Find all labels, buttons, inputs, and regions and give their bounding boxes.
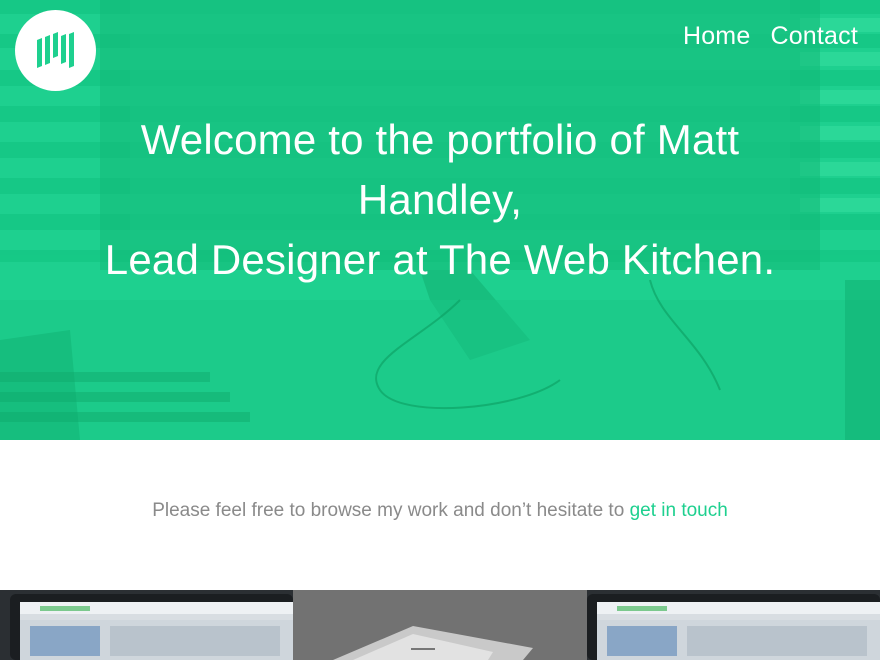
portfolio-thumbnail-2[interactable] xyxy=(293,590,587,660)
intro-text: Please feel free to browse my work and d… xyxy=(152,500,630,521)
get-in-touch-link[interactable]: get in touch xyxy=(630,500,728,521)
hero-headline-line-1: Welcome to the portfolio of Matt xyxy=(140,116,740,163)
portfolio-thumbnail-1-image xyxy=(0,590,293,660)
hero-section: Home Contact Welcome to the portfolio of… xyxy=(0,0,880,440)
portfolio-thumbnail-3[interactable] xyxy=(587,590,880,660)
site-logo[interactable] xyxy=(15,10,96,91)
portfolio-thumbnail-2-image xyxy=(293,590,587,660)
portfolio-thumbnail-1[interactable] xyxy=(0,590,293,660)
intro-section: Please feel free to browse my work and d… xyxy=(0,440,880,590)
portfolio-strip xyxy=(0,590,880,660)
intro-paragraph: Please feel free to browse my work and d… xyxy=(0,500,880,522)
nav-contact-link[interactable]: Contact xyxy=(770,22,858,51)
hero-headline: Welcome to the portfolio of Matt Handley… xyxy=(60,110,820,290)
main-nav: Home Contact xyxy=(683,22,858,51)
hero-headline-line-3: Lead Designer at The Web Kitchen. xyxy=(104,236,776,283)
mh-monogram-icon xyxy=(36,31,74,68)
nav-home-link[interactable]: Home xyxy=(683,22,751,51)
hero-headline-line-2: Handley, xyxy=(357,176,523,223)
portfolio-thumbnail-3-image xyxy=(587,590,880,660)
